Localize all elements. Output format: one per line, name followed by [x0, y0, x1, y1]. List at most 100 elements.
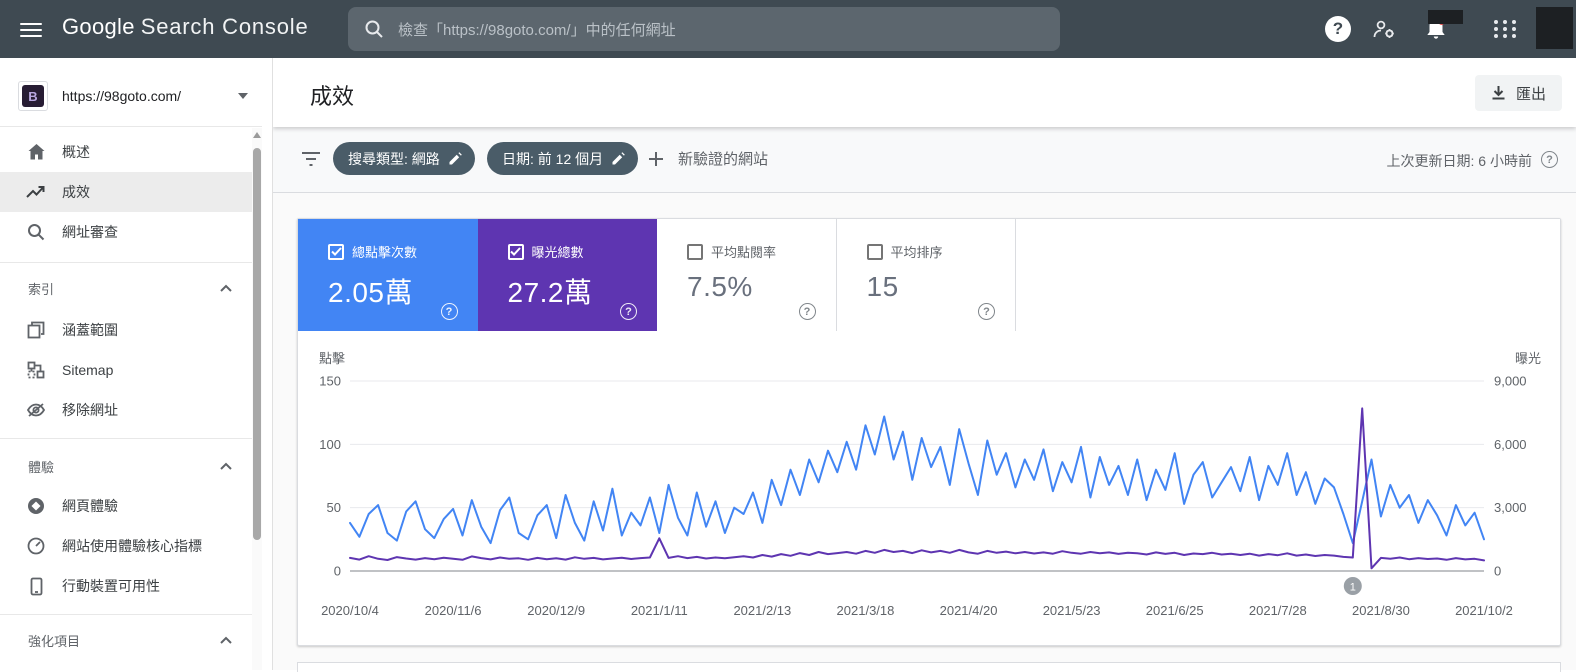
sidebar-item-url-inspection[interactable]: 網址審查 — [0, 212, 262, 252]
sidebar-item-removals[interactable]: 移除網址 — [0, 390, 262, 430]
top-app-bar: Google Search Console 檢查「https://98goto.c… — [0, 0, 1576, 58]
metric-value: 2.05萬 — [328, 277, 413, 308]
svg-text:9,000: 9,000 — [1494, 374, 1527, 389]
user-settings-icon — [1373, 20, 1394, 38]
sidebar-item-overview[interactable]: 概述 — [0, 132, 262, 172]
metric-card-average-position[interactable]: 平均排序 15 ? — [836, 219, 1016, 331]
svg-text:0: 0 — [334, 564, 341, 579]
download-icon — [1492, 86, 1505, 100]
metric-value: 7.5% — [687, 271, 753, 302]
brand-google: Google — [62, 14, 135, 39]
sidebar-scrollbar[interactable] — [252, 128, 262, 670]
svg-text:2021/10/2: 2021/10/2 — [1455, 603, 1513, 618]
brand-search-console: Search Console — [140, 14, 309, 39]
metric-row-filler — [1016, 219, 1560, 331]
metric-label: 平均點閱率 — [711, 245, 777, 260]
metric-help-icon[interactable]: ? — [620, 303, 637, 320]
google-apps-button[interactable] — [1492, 15, 1520, 43]
checkbox-unchecked-icon[interactable] — [866, 243, 883, 260]
svg-text:2021/2/13: 2021/2/13 — [733, 603, 791, 618]
apps-grid-icon — [1494, 20, 1518, 38]
user-settings-button[interactable] — [1370, 15, 1398, 43]
last-updated-text: 上次更新日期: 6 小時前 — [1386, 153, 1532, 169]
pages-icon — [26, 321, 46, 339]
svg-text:3,000: 3,000 — [1494, 500, 1527, 515]
divider — [0, 438, 262, 439]
metric-help-icon[interactable]: ? — [440, 303, 458, 320]
date-filter-chip[interactable]: 日期: 前 12 個月 — [487, 142, 639, 175]
performance-line-chart[interactable]: 0 0 50 3,000 100 6,000 150 9,000 點擊 曝光 2020/10/4 20… — [298, 331, 1562, 647]
sidebar-section-index[interactable]: 索引 — [0, 270, 262, 306]
checkbox-unchecked-icon[interactable] — [687, 243, 703, 260]
scrollbar-thumb[interactable] — [253, 148, 261, 540]
svg-text:2021/7/28: 2021/7/28 — [1249, 603, 1307, 618]
speedometer-icon — [26, 537, 46, 555]
home-icon — [26, 143, 46, 161]
svg-text:2021/3/18: 2021/3/18 — [837, 603, 895, 618]
metric-value: 15 — [866, 271, 899, 302]
export-label: 匯出 — [1515, 85, 1546, 103]
mobile-icon — [26, 577, 46, 596]
svg-text:點擊: 點擊 — [319, 351, 345, 366]
search-placeholder: 檢查「https://98goto.com/」中的任何網址 — [398, 21, 676, 39]
filter-bar: 搜尋類型: 網路 日期: 前 12 個月 新驗證的網站 上次更新日期: 6 小時… — [273, 127, 1576, 193]
search-type-filter-chip[interactable]: 搜尋類型: 網路 — [333, 142, 475, 175]
sidebar-item-mobile-usability[interactable]: 行動裝置可用性 — [0, 566, 262, 606]
chevron-down-icon — [238, 93, 248, 99]
metric-cards: 總點擊次數 2.05萬 ? 曝光總數 27.2萬 ? 平均點閱率 7.5% ? … — [298, 219, 1560, 331]
filter-icon[interactable] — [301, 151, 321, 167]
sidebar-item-coverage[interactable]: 涵蓋範圍 — [0, 310, 262, 350]
help-button[interactable]: ? — [1324, 15, 1352, 43]
svg-text:2020/10/4: 2020/10/4 — [321, 603, 379, 618]
scroll-up-icon[interactable] — [253, 132, 261, 138]
app-logo[interactable]: Google Search Console — [62, 14, 309, 40]
metric-card-total-clicks[interactable]: 總點擊次數 2.05萬 ? — [298, 219, 478, 331]
property-url: https://98goto.com/ — [62, 88, 182, 104]
chevron-up-icon — [220, 284, 232, 292]
property-favicon: B — [18, 81, 48, 111]
metric-card-average-ctr[interactable]: 平均點閱率 7.5% ? — [657, 219, 837, 331]
sidebar-section-enhancements[interactable]: 強化項目 — [0, 622, 262, 658]
search-icon — [26, 223, 46, 241]
property-selector[interactable]: B https://98goto.com/ — [0, 68, 262, 124]
edit-pencil-icon — [612, 152, 625, 165]
sidebar-item-performance[interactable]: 成效 — [0, 172, 262, 212]
metric-help-icon[interactable]: ? — [798, 303, 816, 320]
metric-help-icon[interactable]: ? — [978, 303, 995, 320]
avatar[interactable] — [1536, 7, 1573, 49]
sidebar-item-sitemaps[interactable]: Sitemap — [0, 350, 262, 390]
new-filter-button[interactable]: 新驗證的網站 — [648, 148, 768, 169]
checkbox-checked-icon[interactable] — [328, 243, 344, 260]
hamburger-menu-icon[interactable] — [20, 19, 44, 39]
divider — [0, 262, 262, 263]
metric-value: 27.2萬 — [507, 277, 593, 308]
sidebar-section-experience[interactable]: 體驗 — [0, 448, 262, 484]
content-area: 總點擊次數 2.05萬 ? 曝光總數 27.2萬 ? 平均點閱率 7.5% ? … — [273, 193, 1576, 672]
metric-label: 曝光總數 — [531, 245, 584, 260]
sitemap-icon — [26, 361, 46, 379]
export-button[interactable]: 匯出 — [1474, 75, 1562, 111]
edit-pencil-icon — [449, 152, 462, 165]
chevron-up-icon — [220, 462, 232, 470]
plus-icon — [649, 151, 663, 166]
divider — [0, 614, 262, 615]
url-inspect-search-input[interactable]: 檢查「https://98goto.com/」中的任何網址 — [348, 7, 1060, 51]
next-card-edge — [297, 662, 1561, 672]
metric-card-total-impressions[interactable]: 曝光總數 27.2萬 ? — [477, 219, 657, 331]
svg-text:100: 100 — [319, 437, 341, 452]
sidebar: B https://98goto.com/ 概述 成效 網址審查 索引 涵蓋範圍… — [0, 58, 273, 670]
sidebar-item-core-web-vitals[interactable]: 網站使用體驗核心指標 — [0, 526, 262, 566]
svg-text:2020/12/9: 2020/12/9 — [527, 603, 585, 618]
svg-text:50: 50 — [327, 500, 341, 515]
eye-off-icon — [26, 402, 46, 418]
last-updated-help-icon[interactable]: ? — [1541, 151, 1558, 168]
divider — [0, 126, 262, 127]
svg-text:2020/11/6: 2020/11/6 — [425, 603, 482, 618]
svg-text:0: 0 — [1494, 564, 1501, 579]
page-header: 成效 匯出 — [273, 58, 1576, 127]
sidebar-item-page-experience[interactable]: 網頁體驗 — [0, 486, 262, 526]
metric-label: 平均排序 — [890, 245, 943, 260]
checkbox-checked-icon[interactable] — [507, 243, 524, 260]
search-icon — [365, 20, 383, 38]
svg-text:1: 1 — [1350, 582, 1356, 594]
